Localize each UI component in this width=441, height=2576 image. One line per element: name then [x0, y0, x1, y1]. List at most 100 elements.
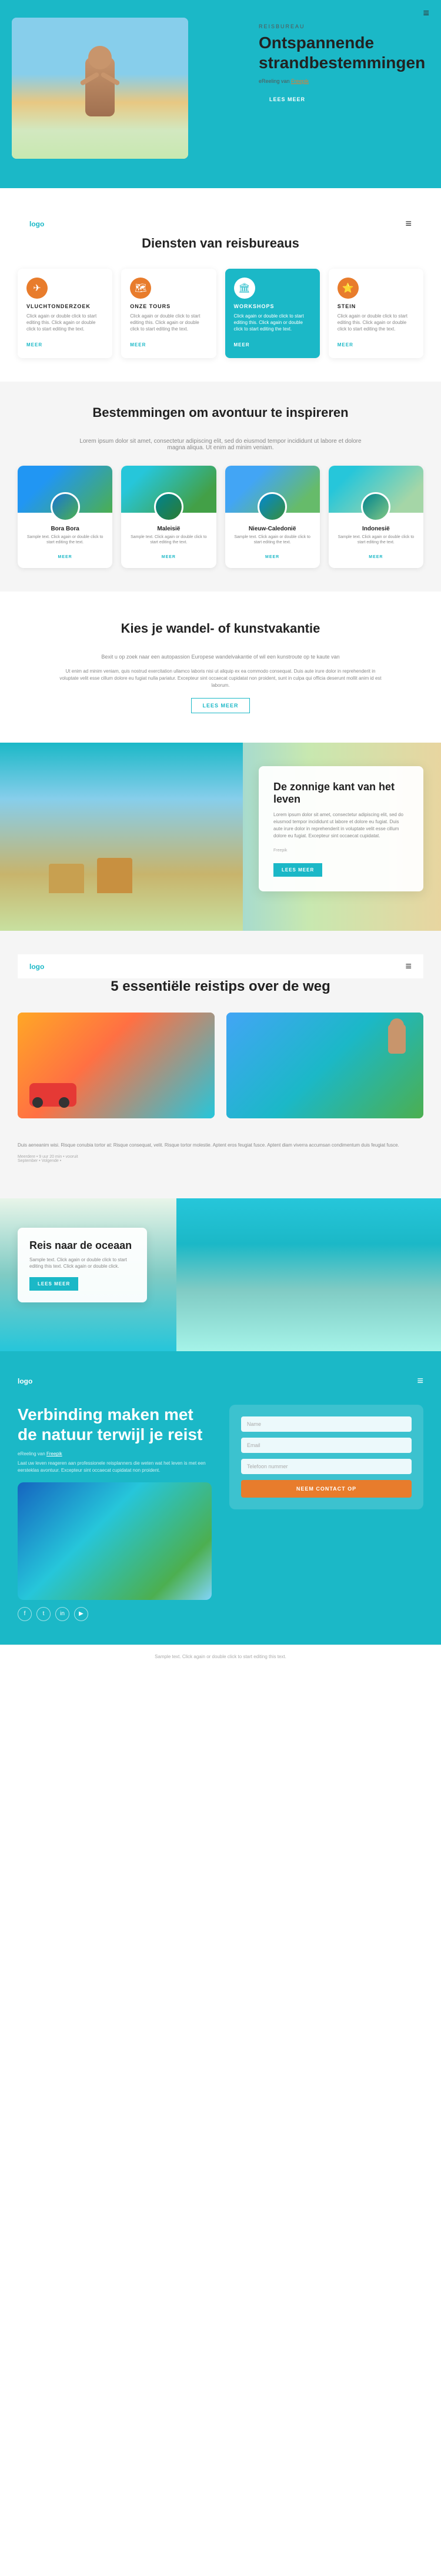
oceaan-cta-button[interactable]: LEES MEER: [29, 1277, 78, 1291]
dest-name-bora: Bora Bora: [24, 526, 106, 532]
dest-image-maleisie: [121, 466, 216, 513]
zonnig-cta-button[interactable]: LEES MEER: [273, 863, 322, 877]
footer-hero-image: [18, 1482, 212, 1600]
hero-hamburger-icon[interactable]: ≡: [423, 7, 429, 19]
linkedin-icon[interactable]: in: [55, 1607, 69, 1621]
contact-phone-input[interactable]: [241, 1459, 412, 1474]
wandel-body: Ut enim ad minim veniam, quis nostrud ex…: [59, 668, 382, 689]
contact-name-input[interactable]: [241, 1416, 412, 1432]
dest-circle-indo: [361, 492, 390, 522]
dest-name-indo: Indonesië: [335, 526, 417, 532]
service-icon-vlucht: ✈: [26, 278, 48, 299]
oceaan-image: [176, 1198, 441, 1351]
dest-circle-maleisie: [154, 492, 183, 522]
footer-hero-logo: logo: [18, 1377, 32, 1385]
hero-title: Ontspannende strandbestemmingen: [259, 33, 423, 72]
service-card-vlucht: ✈ VLUCHTONDERZOEK Click again or double …: [18, 269, 112, 358]
zonnig-card: De zonnige kant van het leven Lorem ipsu…: [259, 766, 423, 891]
contact-email-input[interactable]: [241, 1438, 412, 1453]
services-logo: logo: [29, 220, 44, 228]
footer-bottom: Sample text. Click again or double click…: [0, 1645, 441, 1668]
contact-form: NEEM CONTACT OP: [229, 1405, 423, 1509]
service-card-text-vlucht: Click again or double click to start edi…: [26, 313, 103, 333]
service-card-title-vlucht: VLUCHTONDERZOEK: [26, 303, 103, 309]
zonnig-title: De zonnige kant van het leven: [273, 781, 409, 806]
destination-indonesie: Indonesië Sample text. Click again or do…: [329, 466, 423, 569]
dest-name-maleisie: Maleisië: [127, 526, 210, 532]
destination-bora-bora: Bora Bora Sample text. Click again or do…: [18, 466, 112, 569]
service-meer-button-stein[interactable]: MEER: [338, 342, 353, 348]
dest-image-nc: [225, 466, 320, 513]
dest-meer-button-maleisie[interactable]: MEER: [162, 555, 176, 559]
footer-hero-subtitle: eReeling van Freepik: [18, 1451, 212, 1456]
hero-cta-button[interactable]: LEES MEER: [259, 92, 316, 106]
service-card-title-tours: ONZE TOURS: [130, 303, 207, 309]
footer-bottom-text: Sample text. Click again or double click…: [18, 1654, 423, 1659]
destination-maleisie: Maleisië Sample text. Click again or dou…: [121, 466, 216, 569]
zonnig-author: Freepik: [273, 848, 409, 853]
dest-image-indo: [329, 466, 423, 513]
hero-person-image: [12, 18, 188, 159]
reistips-body: Duis aeneanim wisi. Risque conubia torto…: [18, 1142, 423, 1149]
footer-hero-title: Verbinding maken met de natuur terwijl j…: [18, 1405, 212, 1444]
dest-text-indo: Sample text. Click again or double click…: [335, 534, 417, 546]
services-grid: ✈ VLUCHTONDERZOEK Click again or double …: [18, 269, 423, 358]
twitter-icon[interactable]: t: [36, 1607, 51, 1621]
dest-image-bora: [18, 466, 112, 513]
service-meer-button-tours[interactable]: MEER: [130, 342, 146, 348]
footer-hero-hamburger-icon[interactable]: ≡: [417, 1375, 423, 1387]
reistips-image-right: [226, 1013, 423, 1118]
reistips-right: [226, 1013, 423, 1118]
services-hamburger-icon[interactable]: ≡: [405, 218, 412, 230]
reistips-logo: logo: [29, 963, 44, 971]
reistips-meta: Meerdere • 9 uur 20 min • vooruit Septem…: [18, 1155, 423, 1163]
dest-name-nc: Nieuw-Caledonië: [231, 526, 314, 532]
dest-meer-button-nc[interactable]: MEER: [265, 555, 279, 559]
reistips-text-block: Duis aeneanim wisi. Risque conubia torto…: [18, 1130, 423, 1175]
youtube-icon[interactable]: ▶: [74, 1607, 88, 1621]
wandel-title: Kies je wandel- of kunstvakantie: [59, 621, 382, 636]
wandel-cta-button[interactable]: LEES MEER: [191, 698, 249, 713]
service-card-workshops: 🏛 WORKSHOPS Click again or double click …: [225, 269, 320, 358]
destinations-section: Bestemmingen om avontuur te inspireren L…: [0, 382, 441, 592]
hero-image: [12, 18, 188, 159]
dest-circle-bora: [51, 492, 80, 522]
service-icon-stein: ⭐: [338, 278, 359, 299]
services-section: logo ≡ Diensten van reisbureaus ✈ VLUCHT…: [0, 188, 441, 382]
oceaan-card: Reis naar de oceaan Sample text. Click a…: [18, 1228, 147, 1302]
dest-circle-nc: [258, 492, 287, 522]
oceaan-section: Reis naar de oceaan Sample text. Click a…: [0, 1198, 441, 1351]
facebook-icon[interactable]: f: [18, 1607, 32, 1621]
dest-text-maleisie: Sample text. Click again or double click…: [127, 534, 210, 546]
destination-nc: Nieuw-Caledonië Sample text. Click again…: [225, 466, 320, 569]
services-title: Diensten van reisbureaus: [18, 236, 423, 251]
dest-text-nc: Sample text. Click again or double click…: [231, 534, 314, 546]
footer-hero-content: Verbinding maken met de natuur terwijl j…: [18, 1405, 423, 1621]
reistips-image-left: [18, 1013, 215, 1118]
oceaan-text: Sample text. Click again or double click…: [29, 1257, 135, 1269]
hero-label: REISBUREAU: [259, 24, 423, 29]
service-meer-button-workshops[interactable]: MEER: [234, 342, 250, 348]
service-meer-button-vlucht[interactable]: MEER: [26, 342, 42, 348]
hero-sub: eReeling van Freepik: [259, 78, 423, 84]
hero-content: REISBUREAU Ontspannende strandbestemming…: [259, 24, 423, 106]
reistips-nav: logo ≡: [18, 954, 423, 978]
dest-meer-button-indo[interactable]: MEER: [369, 555, 383, 559]
wandel-section: Kies je wandel- of kunstvakantie Bexit u…: [0, 592, 441, 743]
footer-hero-nav: logo ≡: [18, 1375, 423, 1387]
footer-hero-section: logo ≡ Verbinding maken met de natuur te…: [0, 1351, 441, 1645]
contact-submit-button[interactable]: NEEM CONTACT OP: [241, 1480, 412, 1498]
service-icon-workshops: 🏛: [234, 278, 255, 299]
reistips-grid: [18, 1013, 423, 1118]
destinations-subtitle: Lorem ipsum dolor sit amet, consectetur …: [74, 438, 368, 451]
reistips-hamburger-icon[interactable]: ≡: [405, 960, 412, 973]
zonnig-text: Lorem ipsum dolor sit amet, consectetur …: [273, 811, 409, 840]
service-card-text-tours: Click again or double click to start edi…: [130, 313, 207, 333]
destinations-title: Bestemmingen om avontuur te inspireren: [18, 405, 423, 420]
service-card-title-workshops: WORKSHOPS: [234, 303, 311, 309]
service-icon-tours: 🗺: [130, 278, 151, 299]
dest-meer-button-bora[interactable]: MEER: [58, 555, 72, 559]
service-card-stein: ⭐ STEIN Click again or double click to s…: [329, 269, 423, 358]
zonnig-image: [0, 743, 243, 931]
service-card-tours: 🗺 ONZE TOURS Click again or double click…: [121, 269, 216, 358]
